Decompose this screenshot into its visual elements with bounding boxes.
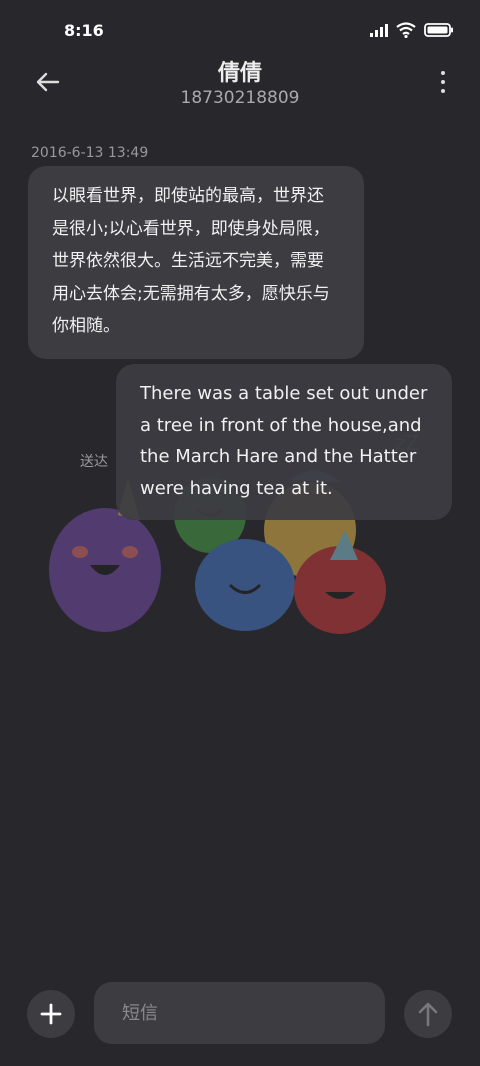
message-input[interactable] [94,982,385,1044]
contact-name: 倩倩 [217,61,262,86]
plus-icon [40,1003,62,1025]
battery-icon [424,23,453,37]
more-vertical-icon[interactable] [440,71,446,95]
signal-icon [370,23,388,37]
arrow-up-icon [418,1002,438,1027]
conversation-header: 倩倩 18730218809 [0,55,480,115]
status-bar: 8:16 [0,0,480,62]
contact-phone-number: 18730218809 [180,88,300,108]
outgoing-message-bubble[interactable]: There was a table set out under a tree i… [116,364,452,521]
status-icons [370,22,454,38]
incoming-message-bubble[interactable]: 以眼看世界，即使站的最高，世界还是很小;以心看世界，即使身处局限，世界依然很大。… [28,166,364,359]
composer-bar [0,980,480,1048]
send-button[interactable] [404,990,452,1038]
status-time: 8:16 [64,21,104,40]
wifi-icon [396,22,416,38]
add-attachment-button[interactable] [27,990,75,1038]
message-timestamp: 2016-6-13 13:49 [31,145,149,161]
